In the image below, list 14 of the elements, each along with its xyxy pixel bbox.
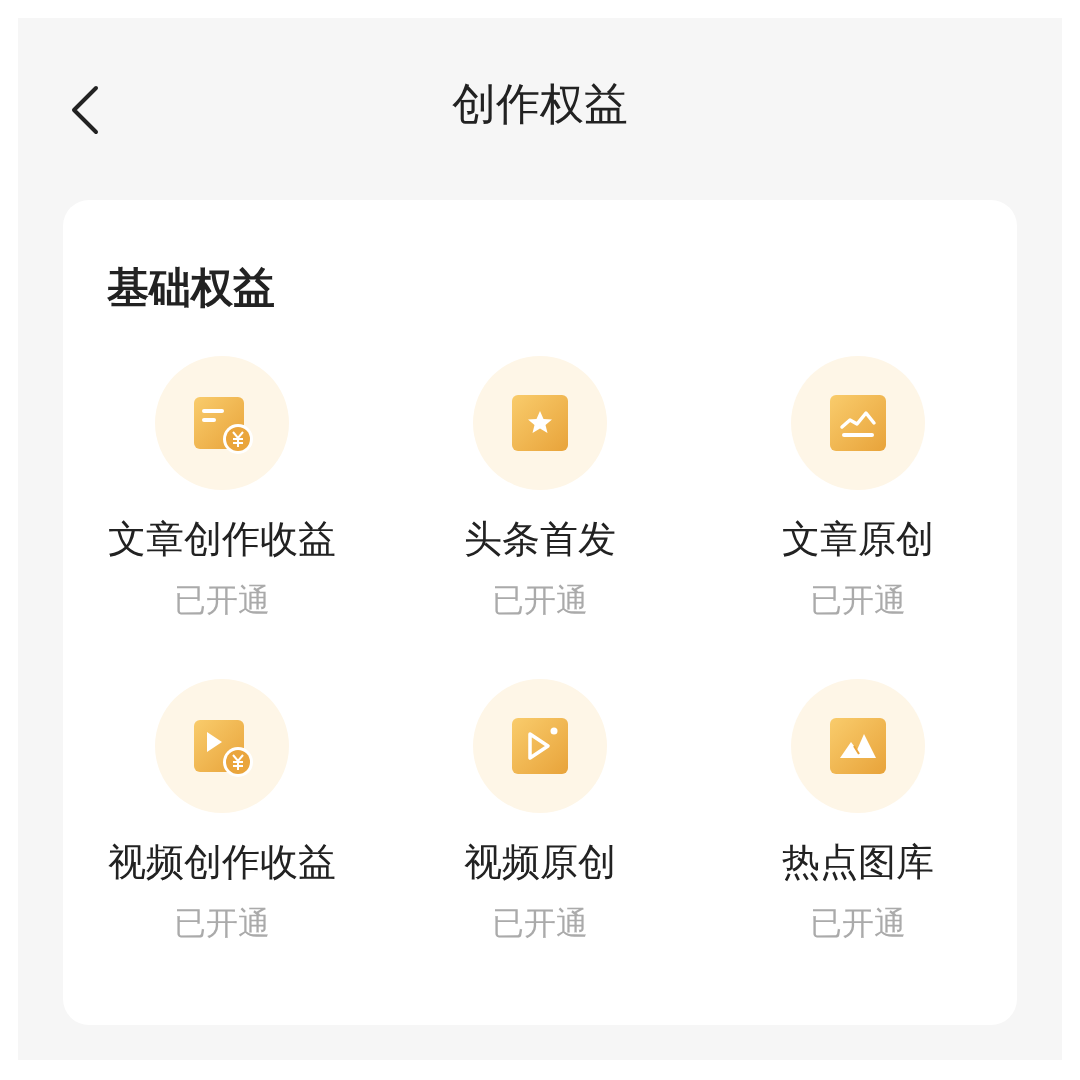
status-label: 已开通	[492, 580, 588, 621]
benefit-label: 头条首发	[464, 516, 616, 563]
benefit-label: 视频原创	[464, 839, 616, 886]
benefit-label: 文章创作收益	[108, 516, 336, 563]
page-title: 创作权益	[452, 76, 628, 131]
status-label: 已开通	[492, 903, 588, 944]
status-label: 已开通	[810, 580, 906, 621]
benefit-label: 视频创作收益	[108, 839, 336, 886]
status-label: 已开通	[174, 903, 270, 944]
status-label: 已开通	[174, 580, 270, 621]
section-title: 基础权益	[107, 262, 276, 314]
status-label: 已开通	[810, 903, 906, 944]
benefit-label: 文章原创	[782, 516, 934, 563]
benefit-label: 热点图库	[782, 839, 934, 886]
